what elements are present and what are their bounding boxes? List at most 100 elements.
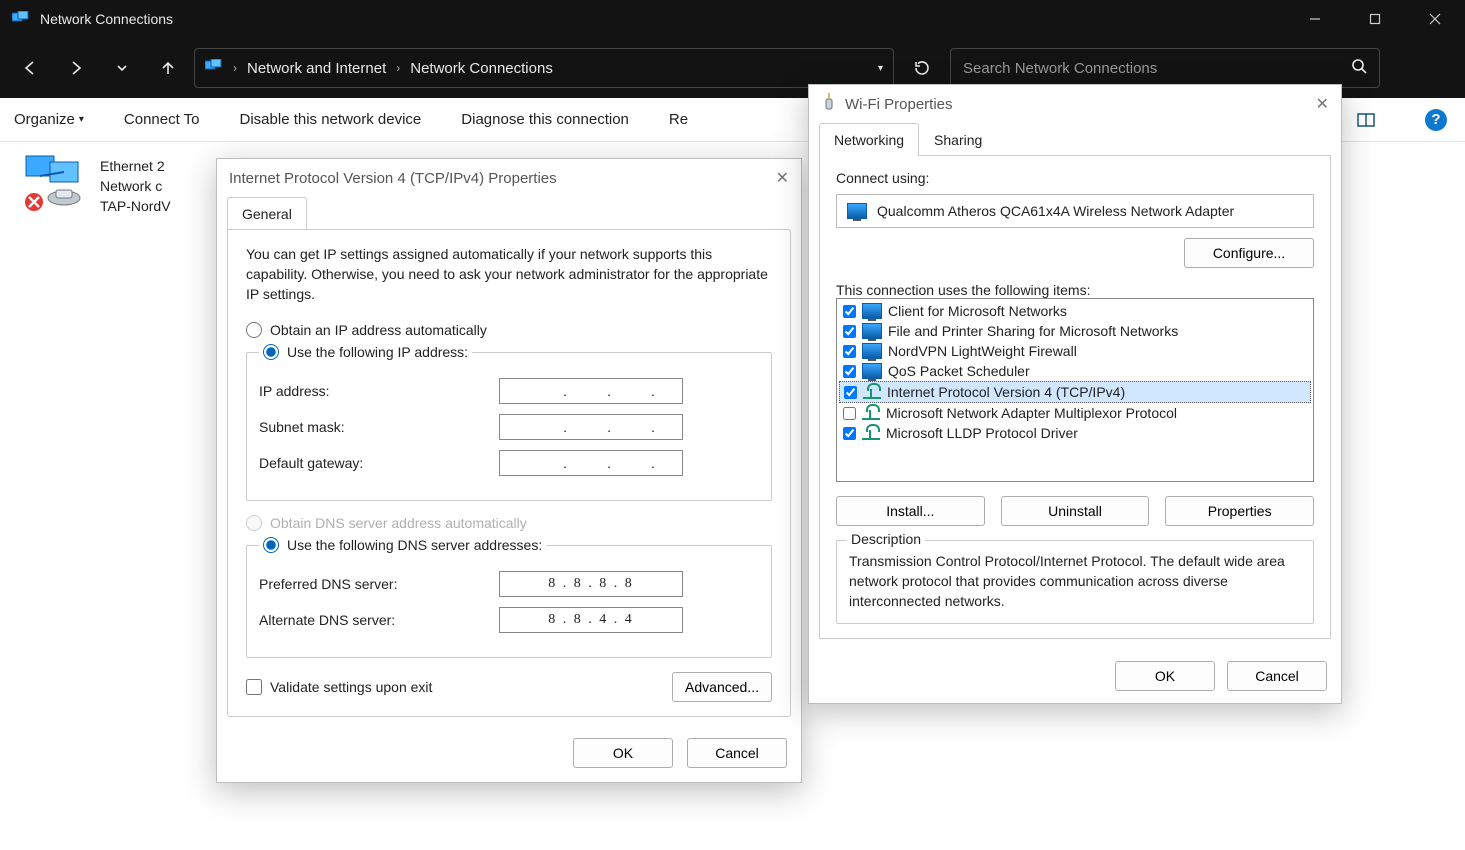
properties-button[interactable]: Properties bbox=[1165, 496, 1314, 526]
breadcrumb-segment[interactable]: Network and Internet bbox=[247, 60, 386, 77]
label-gateway: Default gateway: bbox=[259, 455, 479, 471]
item-label: QoS Packet Scheduler bbox=[888, 363, 1030, 379]
adapter-label: Qualcomm Atheros QCA61x4A Wireless Netwo… bbox=[877, 203, 1234, 219]
input-alternate-dns[interactable]: 8 . 8 . 4 . 4 bbox=[499, 607, 683, 633]
ok-button[interactable]: OK bbox=[573, 738, 673, 768]
adapter-name-box: Qualcomm Atheros QCA61x4A Wireless Netwo… bbox=[836, 194, 1314, 228]
forward-button[interactable] bbox=[56, 48, 96, 88]
item-checkbox[interactable] bbox=[843, 365, 856, 378]
dialog-titlebar[interactable]: Wi-Fi Properties ✕ bbox=[809, 85, 1341, 123]
dialog-titlebar[interactable]: Internet Protocol Version 4 (TCP/IPv4) P… bbox=[217, 159, 801, 197]
label-subnet: Subnet mask: bbox=[259, 419, 479, 435]
chevron-right-icon: › bbox=[396, 61, 400, 75]
item-checkbox[interactable] bbox=[843, 345, 856, 358]
description-text: Transmission Control Protocol/Internet P… bbox=[849, 551, 1301, 611]
connection-item[interactable]: Microsoft LLDP Protocol Driver bbox=[839, 423, 1311, 443]
input-subnet-mask[interactable]: ... bbox=[499, 414, 683, 440]
item-checkbox[interactable] bbox=[843, 325, 856, 338]
back-button[interactable] bbox=[10, 48, 50, 88]
input-preferred-dns[interactable]: 8 . 8 . 8 . 8 bbox=[499, 571, 683, 597]
item-checkbox[interactable] bbox=[844, 386, 857, 399]
adapter-text: Ethernet 2 Network c TAP-NordV bbox=[100, 152, 171, 216]
description-text: You can get IP settings assigned automat… bbox=[246, 244, 772, 304]
search-placeholder: Search Network Connections bbox=[963, 60, 1157, 77]
protocol-icon bbox=[863, 385, 881, 399]
radio-use-dns[interactable]: Use the following DNS server addresses: bbox=[259, 537, 546, 553]
cancel-button[interactable]: Cancel bbox=[1227, 661, 1327, 691]
connection-item[interactable]: Internet Protocol Version 4 (TCP/IPv4) bbox=[839, 381, 1311, 403]
breadcrumb-segment[interactable]: Network Connections bbox=[410, 60, 553, 77]
uninstall-button[interactable]: Uninstall bbox=[1001, 496, 1150, 526]
close-icon[interactable]: ✕ bbox=[776, 168, 789, 188]
checkbox-validate-exit[interactable]: Validate settings upon exit bbox=[246, 679, 432, 695]
diagnose-button[interactable]: Diagnose this connection bbox=[461, 111, 629, 128]
close-button[interactable] bbox=[1405, 0, 1465, 38]
chevron-right-icon: › bbox=[233, 61, 237, 75]
close-icon[interactable]: ✕ bbox=[1316, 94, 1329, 114]
search-input[interactable]: Search Network Connections bbox=[950, 48, 1380, 88]
protocol-icon bbox=[862, 406, 880, 420]
input-default-gateway[interactable]: ... bbox=[499, 450, 683, 476]
up-button[interactable] bbox=[148, 48, 188, 88]
address-bar[interactable]: › Network and Internet › Network Connect… bbox=[194, 48, 894, 88]
item-label: NordVPN LightWeight Firewall bbox=[888, 343, 1077, 359]
label-connect-using: Connect using: bbox=[836, 170, 1314, 186]
app-icon bbox=[12, 11, 30, 28]
recent-locations-button[interactable] bbox=[102, 48, 142, 88]
connection-items-list[interactable]: Client for Microsoft Networks File and Pr… bbox=[836, 298, 1314, 482]
ok-button[interactable]: OK bbox=[1115, 661, 1215, 691]
label-ip: IP address: bbox=[259, 383, 479, 399]
view-options-button[interactable] bbox=[1351, 105, 1381, 135]
client-icon bbox=[862, 323, 882, 339]
cancel-button[interactable]: Cancel bbox=[687, 738, 787, 768]
organize-menu[interactable]: Organize ▾ bbox=[14, 111, 84, 128]
item-checkbox[interactable] bbox=[843, 407, 856, 420]
refresh-button[interactable] bbox=[900, 48, 944, 88]
chevron-down-icon: ▾ bbox=[79, 114, 84, 125]
input-ip-address[interactable]: ... bbox=[499, 378, 683, 404]
dialog-title: Internet Protocol Version 4 (TCP/IPv4) P… bbox=[229, 170, 557, 187]
chevron-down-icon[interactable]: ▾ bbox=[878, 63, 883, 74]
label-pref-dns: Preferred DNS server: bbox=[259, 576, 479, 592]
item-label: Internet Protocol Version 4 (TCP/IPv4) bbox=[887, 384, 1125, 400]
radio-obtain-dns: Obtain DNS server address automatically bbox=[246, 515, 772, 531]
configure-button[interactable]: Configure... bbox=[1184, 238, 1314, 268]
window-title: Network Connections bbox=[40, 11, 173, 27]
item-label: Microsoft LLDP Protocol Driver bbox=[886, 425, 1078, 441]
connection-item[interactable]: Client for Microsoft Networks bbox=[839, 301, 1311, 321]
connection-item[interactable]: QoS Packet Scheduler bbox=[839, 361, 1311, 381]
item-label: File and Printer Sharing for Microsoft N… bbox=[888, 323, 1178, 339]
client-icon bbox=[862, 363, 882, 379]
maximize-button[interactable] bbox=[1345, 0, 1405, 38]
tab-sharing[interactable]: Sharing bbox=[919, 123, 997, 156]
connect-to-button[interactable]: Connect To bbox=[124, 111, 200, 128]
radio-obtain-ip[interactable]: Obtain an IP address automatically bbox=[246, 322, 772, 338]
item-checkbox[interactable] bbox=[843, 427, 856, 440]
item-label: Microsoft Network Adapter Multiplexor Pr… bbox=[886, 405, 1177, 421]
protocol-icon bbox=[862, 426, 880, 440]
adapter-name: Ethernet 2 bbox=[100, 156, 171, 176]
connection-item[interactable]: NordVPN LightWeight Firewall bbox=[839, 341, 1311, 361]
client-icon bbox=[862, 343, 882, 359]
connection-item[interactable]: Microsoft Network Adapter Multiplexor Pr… bbox=[839, 403, 1311, 423]
adapter-icon bbox=[20, 152, 90, 216]
help-button[interactable]: ? bbox=[1421, 105, 1451, 135]
radio-use-ip[interactable]: Use the following IP address: bbox=[259, 344, 472, 360]
label-items: This connection uses the following items… bbox=[836, 282, 1314, 298]
rename-button-partial[interactable]: Re bbox=[669, 111, 688, 128]
minimize-button[interactable] bbox=[1285, 0, 1345, 38]
ipv4-properties-dialog: Internet Protocol Version 4 (TCP/IPv4) P… bbox=[216, 158, 802, 783]
wifi-properties-dialog: Wi-Fi Properties ✕ Networking Sharing Co… bbox=[808, 84, 1342, 704]
item-label: Client for Microsoft Networks bbox=[888, 303, 1067, 319]
adapter-icon bbox=[847, 203, 867, 219]
advanced-button[interactable]: Advanced... bbox=[672, 672, 772, 702]
search-icon bbox=[1351, 58, 1367, 78]
description-box: Description Transmission Control Protoco… bbox=[836, 540, 1314, 624]
item-checkbox[interactable] bbox=[843, 305, 856, 318]
connection-item[interactable]: File and Printer Sharing for Microsoft N… bbox=[839, 321, 1311, 341]
location-icon bbox=[205, 59, 223, 77]
disable-device-button[interactable]: Disable this network device bbox=[240, 111, 422, 128]
tab-networking[interactable]: Networking bbox=[819, 123, 919, 156]
tab-general[interactable]: General bbox=[227, 197, 307, 230]
install-button[interactable]: Install... bbox=[836, 496, 985, 526]
